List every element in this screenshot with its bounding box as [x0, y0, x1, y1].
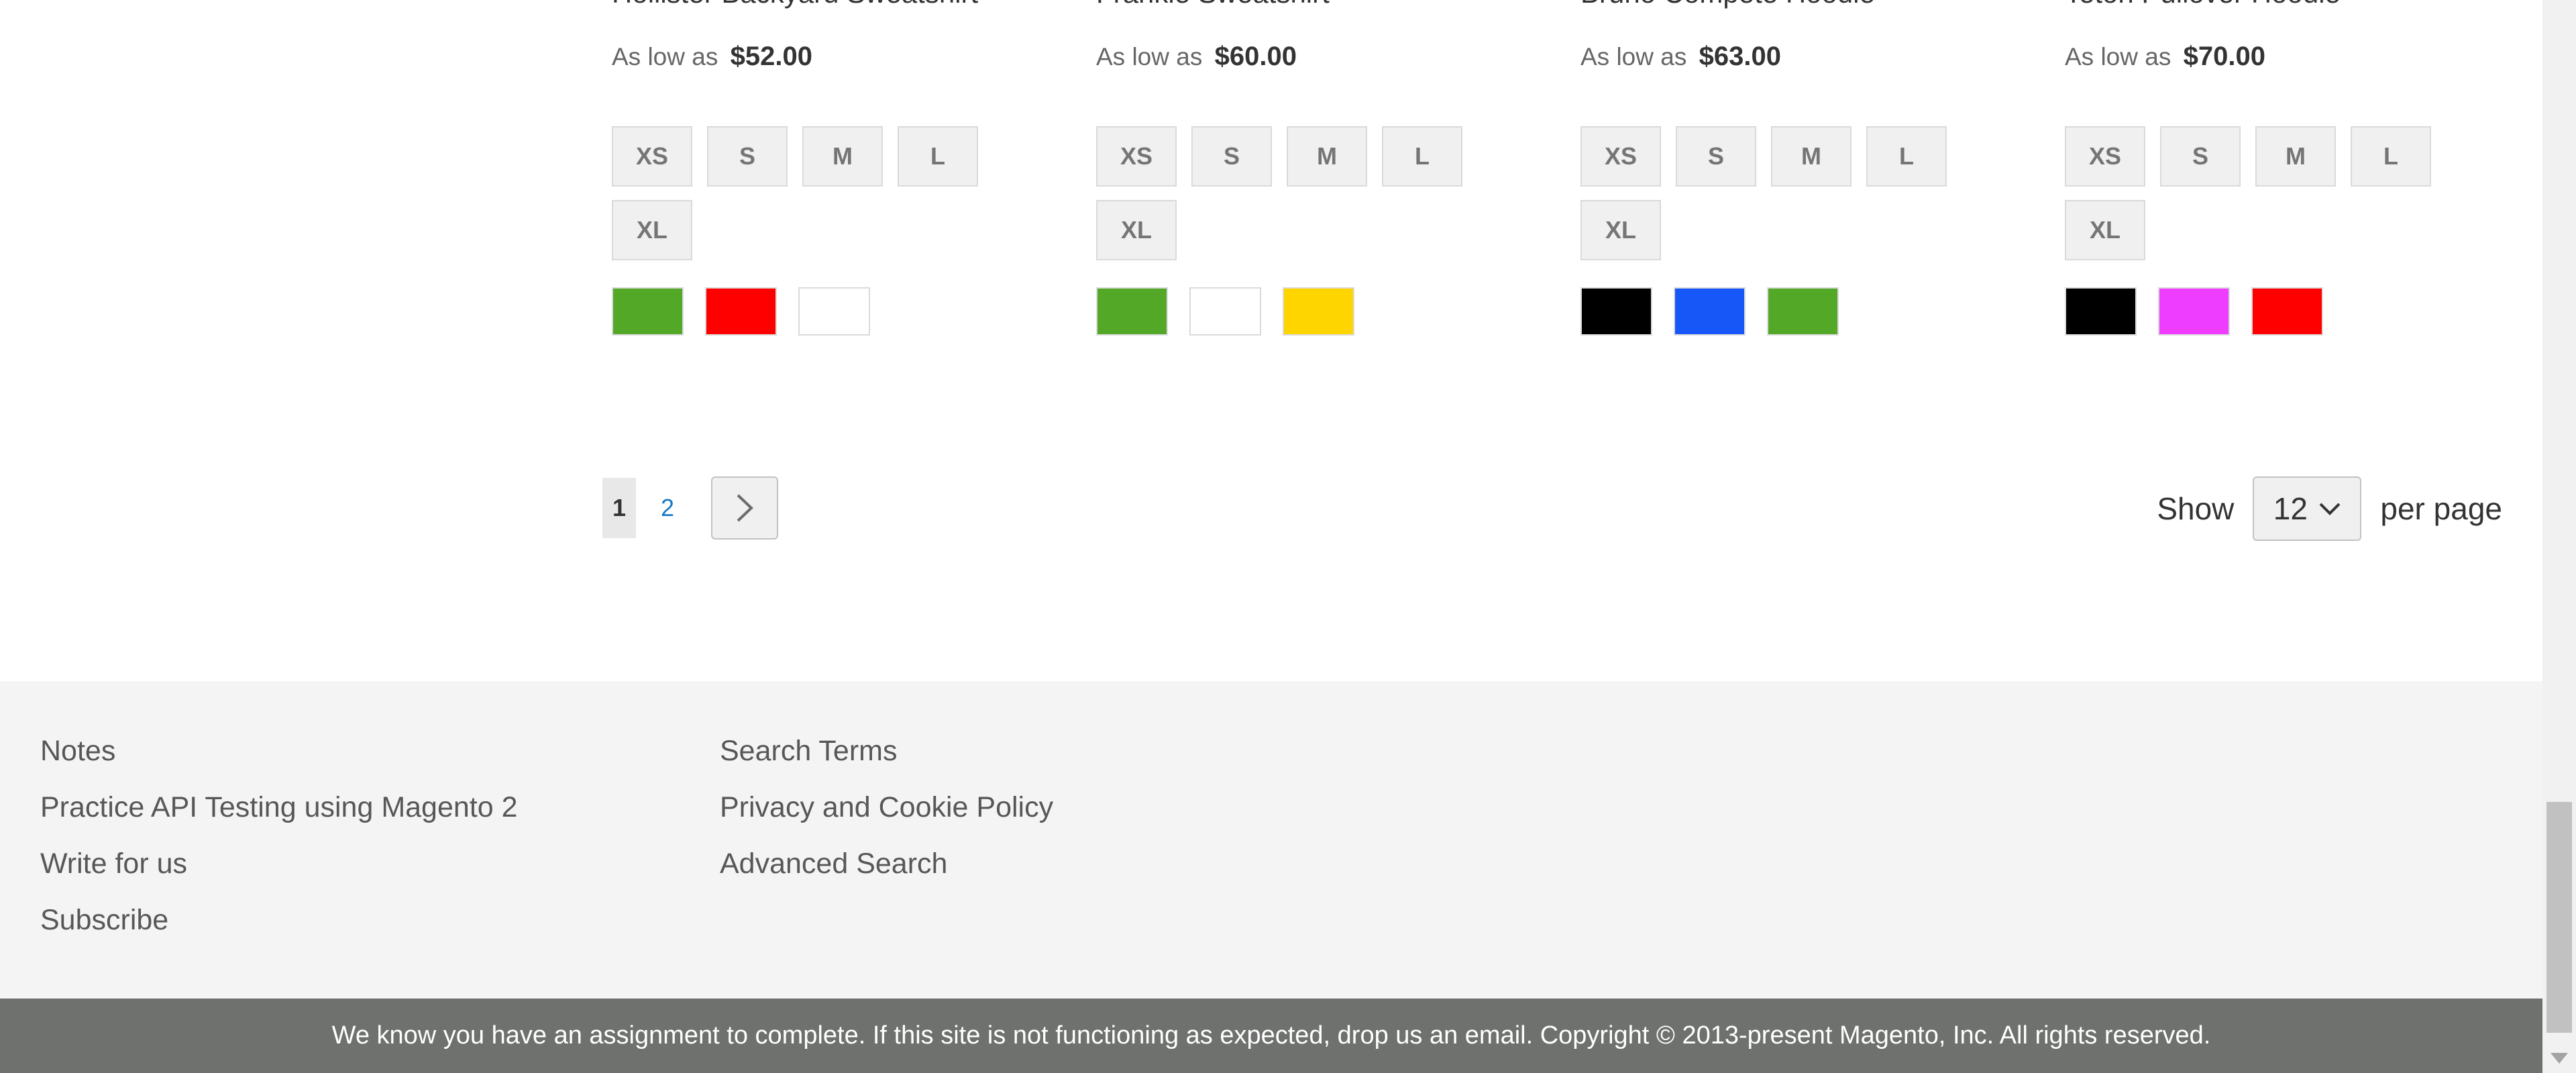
scrollbar-thumb[interactable] [2546, 802, 2572, 1033]
page-link-2[interactable]: 2 [651, 478, 684, 538]
size-option[interactable]: XL [1580, 200, 1661, 260]
footer: Notes Practice API Testing using Magento… [0, 681, 2542, 999]
color-option-yellow[interactable] [1283, 287, 1354, 336]
size-option[interactable]: M [802, 126, 883, 187]
size-option[interactable]: S [707, 126, 788, 187]
size-swatches: XS S M L XL [1096, 126, 1479, 260]
color-swatches [612, 287, 870, 336]
product-name-link[interactable]: Teton Pullover Hoodie [2065, 0, 2341, 9]
size-option[interactable]: XS [2065, 126, 2145, 187]
color-option-purple[interactable] [2158, 287, 2230, 336]
footer-link-practice-api[interactable]: Practice API Testing using Magento 2 [40, 779, 518, 835]
size-swatches: XS S M L XL [612, 126, 994, 260]
price-box: As low as $52.00 [612, 42, 812, 72]
pagination: 1 2 [602, 476, 778, 540]
price-value: $52.00 [730, 42, 812, 71]
chevron-right-icon [737, 494, 753, 522]
color-option-blue[interactable] [1674, 287, 1746, 336]
chevron-down-icon [2319, 503, 2341, 515]
color-option-white[interactable] [798, 287, 870, 336]
copyright-bar: We know you have an assignment to comple… [0, 999, 2542, 1073]
size-option[interactable]: XS [1580, 126, 1661, 187]
page-current: 1 [602, 478, 636, 538]
price-box: As low as $63.00 [1580, 42, 1781, 72]
size-swatches: XS S M L XL [2065, 126, 2447, 260]
footer-link-notes[interactable]: Notes [40, 723, 518, 779]
footer-link-search-terms[interactable]: Search Terms [720, 723, 1053, 779]
size-option[interactable]: XL [612, 200, 692, 260]
color-option-black[interactable] [1580, 287, 1652, 336]
copyright-text: We know you have an assignment to comple… [331, 1021, 2211, 1050]
page-scrollbar[interactable] [2542, 0, 2576, 1073]
size-swatches: XS S M L XL [1580, 126, 1963, 260]
color-option-green[interactable] [1767, 287, 1839, 336]
color-swatches [2065, 287, 2323, 336]
price-label: As low as [1580, 43, 1687, 70]
footer-links-column: Search Terms Privacy and Cookie Policy A… [720, 723, 1053, 892]
next-page-button[interactable] [711, 476, 778, 540]
color-option-black[interactable] [2065, 287, 2137, 336]
price-box: As low as $60.00 [1096, 42, 1297, 72]
size-option[interactable]: XS [1096, 126, 1177, 187]
color-swatches [1580, 287, 1839, 336]
footer-link-privacy-policy[interactable]: Privacy and Cookie Policy [720, 779, 1053, 835]
scroll-down-arrow-icon[interactable] [2551, 1053, 2568, 1064]
color-swatches [1096, 287, 1354, 336]
product-name-link[interactable]: Hollister Backyard Sweatshirt [612, 0, 978, 9]
color-option-red[interactable] [2251, 287, 2323, 336]
size-option[interactable]: XL [2065, 200, 2145, 260]
product-name-link[interactable]: Frankie Sweatshirt [1096, 0, 1330, 9]
color-option-green[interactable] [612, 287, 684, 336]
footer-links-column: Notes Practice API Testing using Magento… [40, 723, 518, 948]
page: Hollister Backyard Sweatshirt As low as … [0, 0, 2576, 1073]
price-label: As low as [2065, 43, 2171, 70]
price-label: As low as [1096, 43, 1203, 70]
footer-link-write-for-us[interactable]: Write for us [40, 835, 518, 892]
footer-link-advanced-search[interactable]: Advanced Search [720, 835, 1053, 892]
size-option[interactable]: S [1191, 126, 1272, 187]
size-option[interactable]: L [1866, 126, 1947, 187]
product-name-link[interactable]: Bruno Compete Hoodie [1580, 0, 1875, 9]
price-box: As low as $70.00 [2065, 42, 2265, 72]
size-option[interactable]: S [2160, 126, 2241, 187]
size-option[interactable]: L [2351, 126, 2431, 187]
size-option[interactable]: L [898, 126, 978, 187]
limiter-show-label: Show [2157, 491, 2235, 526]
size-option[interactable]: S [1676, 126, 1756, 187]
size-option[interactable]: XS [612, 126, 692, 187]
price-value: $63.00 [1699, 42, 1781, 71]
color-option-red[interactable] [705, 287, 777, 336]
price-label: As low as [612, 43, 718, 70]
limiter-per-page-label: per page [2380, 491, 2502, 526]
per-page-select[interactable]: 12 [2253, 476, 2362, 541]
per-page-limiter: Show 12 per page [2157, 476, 2502, 541]
size-option[interactable]: M [2255, 126, 2336, 187]
color-option-white[interactable] [1189, 287, 1261, 336]
size-option[interactable]: M [1771, 126, 1851, 187]
size-option[interactable]: XL [1096, 200, 1177, 260]
color-option-green[interactable] [1096, 287, 1168, 336]
size-option[interactable]: M [1287, 126, 1367, 187]
per-page-value: 12 [2273, 491, 2308, 526]
footer-link-subscribe[interactable]: Subscribe [40, 892, 518, 948]
size-option[interactable]: L [1382, 126, 1462, 187]
price-value: $70.00 [2183, 42, 2265, 71]
price-value: $60.00 [1214, 42, 1297, 71]
